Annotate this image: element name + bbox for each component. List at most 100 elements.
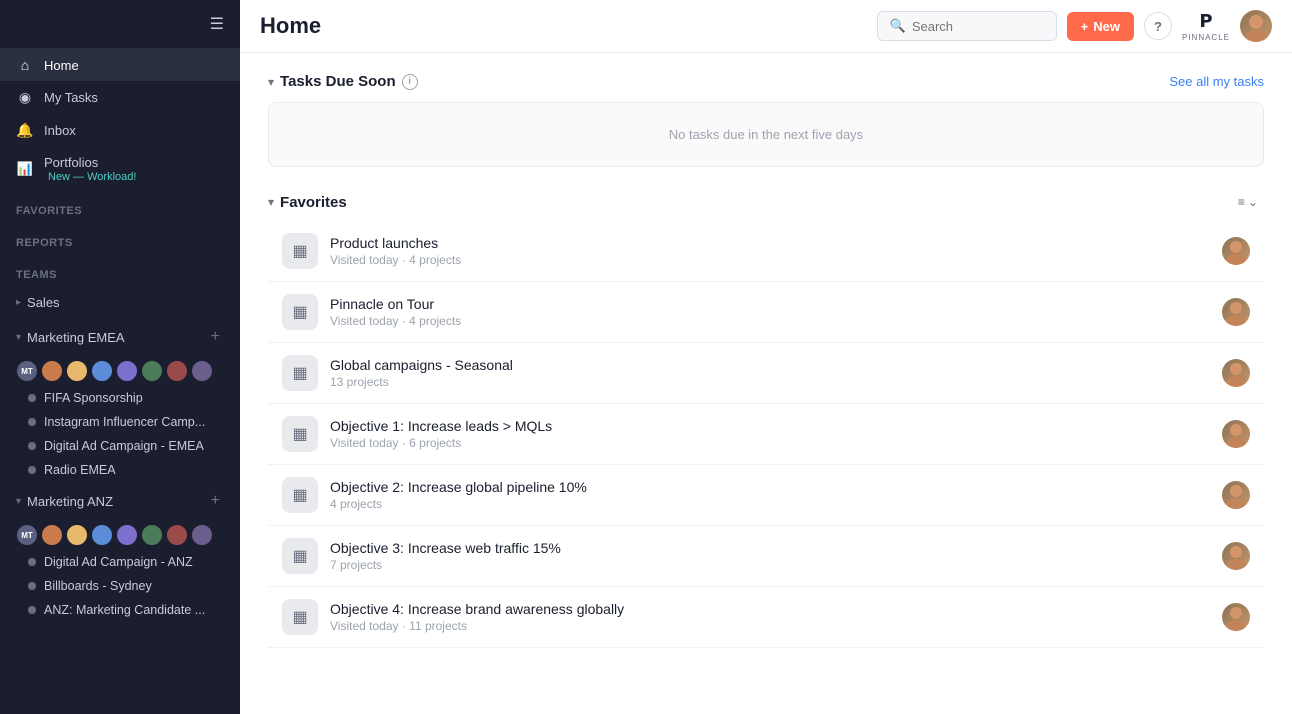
nav-label-home: Home [44,58,79,73]
team-header-marketing-emea[interactable]: ▾ Marketing EMEA + [0,318,240,356]
tasks-title-left: ▾ Tasks Due Soon i [268,73,418,90]
tasks-due-soon-section: ▾ Tasks Due Soon i See all my tasks No t… [268,73,1264,167]
fav-item-name: Objective 3: Increase web traffic 15% [330,540,1210,556]
project-item-anz-marketing[interactable]: ANZ: Marketing Candidate ... [0,598,240,622]
portfolios-icon: 📊 [16,161,34,177]
emea-avatars: MT [0,356,240,386]
avatar-mt-emea: MT [16,360,38,382]
add-emea-team-button[interactable]: + [207,326,224,348]
fav-item-name: Pinnacle on Tour [330,296,1210,312]
avatar-2-anz [41,524,63,546]
fav-item-avatar [1222,420,1250,448]
new-button-plus-icon: + [1081,19,1089,34]
nav-item-portfolios[interactable]: 📊 Portfolios New — Workload! [0,147,240,191]
topbar-right: 🔍 + New ? 𝗣 PINNACLE [877,10,1272,42]
avatar-5-anz [116,524,138,546]
fav-item-icon: ▦ [282,233,318,269]
project-dot-fifa [28,394,36,402]
avatar-7-anz [166,524,188,546]
user-avatar[interactable] [1240,10,1272,42]
fav-item-avatar [1222,237,1250,265]
avatar-5-emea [116,360,138,382]
tasks-empty-state: No tasks due in the next five days [268,102,1264,167]
fav-item-info: Pinnacle on Tour Visited today · 4 proje… [330,296,1210,328]
tasks-collapse-button[interactable]: ▾ [268,75,274,89]
fav-item-meta: Visited today · 4 projects [330,253,1210,267]
project-item-fifa[interactable]: FIFA Sponsorship [0,386,240,410]
see-all-tasks-link[interactable]: See all my tasks [1169,74,1264,89]
page-title: Home [260,13,321,39]
section-label-reports: Reports [0,223,240,255]
emea-chevron-icon: ▾ [16,332,21,343]
tasks-empty-message: No tasks due in the next five days [669,127,863,142]
avatar-2-emea [41,360,63,382]
favorites-collapse-button[interactable]: ▾ [268,195,274,209]
sidebar: ☰ ⌂ Home ◉ My Tasks 🔔 Inbox 📊 Portfolios… [0,0,240,714]
fav-item-info: Objective 3: Increase web traffic 15% 7 … [330,540,1210,572]
list-item[interactable]: ▦ Pinnacle on Tour Visited today · 4 pro… [268,282,1264,343]
sort-chevron-icon: ⌄ [1248,195,1258,209]
avatar-7-emea [166,360,188,382]
fav-item-info: Objective 2: Increase global pipeline 10… [330,479,1210,511]
fav-item-meta: 13 projects [330,375,1210,389]
search-input[interactable] [912,19,1044,34]
fav-item-icon: ▦ [282,538,318,574]
fav-item-avatar [1222,298,1250,326]
avatar-4-emea [91,360,113,382]
sales-chevron-icon: ▸ [16,297,21,308]
avatar-3-anz [66,524,88,546]
list-item[interactable]: ▦ Product launches Visited today · 4 pro… [268,221,1264,282]
list-item[interactable]: ▦ Global campaigns - Seasonal 13 project… [268,343,1264,404]
sidebar-header: ☰ [0,0,240,49]
fav-item-icon: ▦ [282,416,318,452]
favorites-section: ▾ Favorites ≡ ⌄ ▦ Product launches Visit… [268,191,1264,648]
new-button[interactable]: + New [1067,12,1134,41]
team-title-sales: ▸ Sales [16,295,60,310]
project-dot-anz-marketing [28,606,36,614]
help-button[interactable]: ? [1144,12,1172,40]
pinnacle-logo: 𝗣 PINNACLE [1182,11,1230,42]
project-dot-digital-emea [28,442,36,450]
fav-item-avatar [1222,603,1250,631]
project-dot-radio-emea [28,466,36,474]
project-dot-digital-anz [28,558,36,566]
add-anz-team-button[interactable]: + [207,490,224,512]
nav-label-my-tasks: My Tasks [44,90,98,105]
project-dot-billboards [28,582,36,590]
content-area: ▾ Tasks Due Soon i See all my tasks No t… [240,53,1292,714]
nav-item-my-tasks[interactable]: ◉ My Tasks [0,81,240,114]
list-item[interactable]: ▦ Objective 4: Increase brand awareness … [268,587,1264,648]
bell-icon: 🔔 [16,122,34,139]
section-label-teams: Teams [0,255,240,287]
avatar-8-emea [191,360,213,382]
avatar-3-emea [66,360,88,382]
nav-item-home[interactable]: ⌂ Home [0,49,240,81]
favorites-section-title: Favorites [280,194,347,211]
project-item-instagram[interactable]: Instagram Influencer Camp... [0,410,240,434]
tasks-info-icon[interactable]: i [402,74,418,90]
check-icon: ◉ [16,89,34,106]
anz-chevron-icon: ▾ [16,496,21,507]
team-header-marketing-anz[interactable]: ▾ Marketing ANZ + [0,482,240,520]
project-item-digital-anz[interactable]: Digital Ad Campaign - ANZ [0,550,240,574]
list-item[interactable]: ▦ Objective 3: Increase web traffic 15% … [268,526,1264,587]
avatar-8-anz [191,524,213,546]
main-content: Home 🔍 + New ? 𝗣 PINNACLE [240,0,1292,714]
team-header-sales[interactable]: ▸ Sales [0,287,240,318]
nav-label-inbox: Inbox [44,123,76,138]
list-item[interactable]: ▦ Objective 1: Increase leads > MQLs Vis… [268,404,1264,465]
fav-item-name: Global campaigns - Seasonal [330,357,1210,373]
fav-item-name: Objective 2: Increase global pipeline 10… [330,479,1210,495]
project-item-radio-emea[interactable]: Radio EMEA [0,458,240,482]
sidebar-collapse-button[interactable]: ☰ [206,10,228,38]
nav-item-inbox[interactable]: 🔔 Inbox [0,114,240,147]
avatar-4-anz [91,524,113,546]
list-item[interactable]: ▦ Objective 2: Increase global pipeline … [268,465,1264,526]
project-item-billboards[interactable]: Billboards - Sydney [0,574,240,598]
search-box[interactable]: 🔍 [877,11,1057,41]
fav-item-name: Product launches [330,235,1210,251]
fav-item-info: Product launches Visited today · 4 proje… [330,235,1210,267]
project-item-digital-emea[interactable]: Digital Ad Campaign - EMEA [0,434,240,458]
favorites-sort-button[interactable]: ≡ ⌄ [1232,191,1264,213]
sort-icon: ≡ [1238,195,1245,209]
